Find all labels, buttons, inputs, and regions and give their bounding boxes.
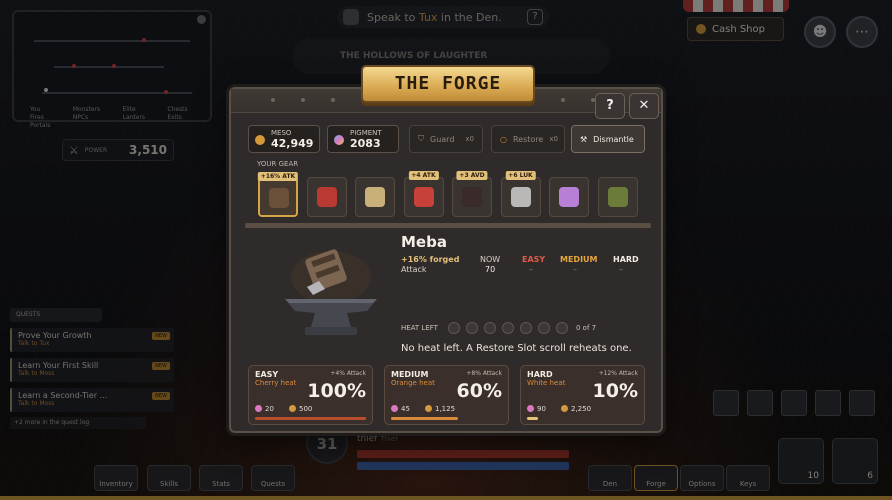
heat-pip — [520, 322, 532, 334]
gear-slot-cape[interactable]: +6 LUK — [500, 171, 541, 217]
tier-chance-bar — [255, 417, 366, 420]
shield-icon: ⛉ — [418, 134, 424, 143]
meso-icon — [425, 405, 432, 412]
pigment-icon — [391, 405, 398, 412]
dismantle-action[interactable]: ⚒ Dismantle — [571, 125, 645, 153]
no-heat-message: No heat left. A Restore Slot scroll rehe… — [401, 343, 632, 354]
medium-header: MEDIUM — [560, 255, 598, 264]
restore-action[interactable]: ○ Restore x0 — [491, 125, 565, 153]
tier-pigment-cost: 20 — [255, 405, 274, 413]
tier-bonus: +4% Attack — [330, 370, 366, 377]
hard-value: – — [619, 265, 623, 274]
item-name: Meba — [401, 233, 447, 251]
pigment-icon — [255, 405, 262, 412]
tier-hard-button[interactable]: HARD White heat +12% Attack 10% 90 2,250 — [520, 365, 645, 425]
pigment-icon — [527, 405, 534, 412]
forge-title: THE FORGE — [361, 65, 535, 103]
tier-chance-bar — [391, 417, 458, 420]
bow-icon — [365, 187, 385, 207]
tier-chance-bar — [527, 417, 539, 420]
hard-header: HARD — [613, 255, 639, 264]
forge-modal: THE FORGE ? ✕ MESO 42,949 PIGMENT 2083 ⛉… — [229, 65, 663, 433]
forge-close-button[interactable]: ✕ — [629, 93, 659, 119]
gear-shelf — [245, 223, 651, 228]
gem-icon — [559, 187, 579, 207]
heat-pip — [448, 322, 460, 334]
pants-icon — [607, 187, 628, 207]
tier-success-chance: 60% — [456, 380, 502, 402]
heat-pip — [538, 322, 550, 334]
cape-icon — [510, 187, 531, 207]
heat-pip — [466, 322, 478, 334]
tier-meso-cost: 500 — [289, 405, 312, 413]
tier-easy-button[interactable]: EASY Cherry heat +4% Attack 100% 20 500 — [248, 365, 373, 425]
hammer-icon: ⚒ — [580, 134, 588, 144]
dark-glove-icon — [462, 187, 482, 207]
heat-left-label: HEAT LEFT — [401, 324, 438, 332]
gear-bonus-tag: +16% ATK — [257, 172, 299, 181]
tier-medium-button[interactable]: MEDIUM Orange heat +8% Attack 60% 45 1,125 — [384, 365, 509, 425]
heat-pip — [502, 322, 514, 334]
gear-bonus-tag: +3 AVD — [456, 171, 488, 180]
pigment-icon — [334, 135, 344, 145]
tier-meso-cost: 2,250 — [561, 405, 591, 413]
gear-slot-red-glove[interactable]: +4 ATK — [403, 171, 444, 217]
forge-help-button[interactable]: ? — [595, 93, 625, 119]
guard-action[interactable]: ⛉ Guard x0 — [409, 125, 483, 153]
gear-slot-gem[interactable] — [549, 177, 589, 217]
tier-bonus: +8% Attack — [466, 370, 502, 377]
medium-value: – — [573, 265, 577, 274]
tier-bonus: +12% Attack — [598, 370, 638, 377]
easy-header: EASY — [522, 255, 546, 264]
red-hat-icon — [316, 187, 337, 207]
anvil-illustration — [285, 249, 377, 335]
forged-bonus: +16% forged — [401, 255, 460, 264]
meso-display: MESO 42,949 — [248, 125, 320, 153]
red-glove-icon — [413, 187, 434, 207]
heat-pip — [484, 322, 496, 334]
gear-slot-bow[interactable] — [355, 177, 395, 217]
tier-meso-cost: 1,125 — [425, 405, 455, 413]
claw-icon — [269, 188, 289, 208]
gear-slot-dark-glove[interactable]: +3 AVD — [452, 171, 492, 217]
tier-pigment-cost: 90 — [527, 405, 546, 413]
meso-icon — [255, 135, 265, 145]
meso-icon — [289, 405, 296, 412]
now-header: NOW — [480, 255, 501, 264]
gear-slot-pants[interactable] — [597, 177, 638, 217]
now-value: 70 — [485, 265, 496, 274]
restore-icon: ○ — [500, 134, 507, 144]
tier-success-chance: 10% — [592, 380, 638, 402]
gear-slot-red-hat[interactable] — [306, 177, 347, 217]
tier-pigment-cost: 45 — [391, 405, 410, 413]
stat-label: Attack — [401, 265, 427, 274]
gear-bonus-tag: +4 ATK — [408, 171, 439, 180]
easy-value: – — [529, 265, 533, 274]
tier-success-chance: 100% — [307, 380, 366, 402]
heat-count: 0 of 7 — [576, 324, 597, 332]
meso-icon — [561, 405, 568, 412]
gear-slot-claw[interactable]: +16% ATK — [257, 172, 299, 217]
gear-bonus-tag: +6 LUK — [505, 171, 536, 180]
gear-label: YOUR GEAR — [257, 160, 299, 168]
heat-pip — [556, 322, 568, 334]
pigment-display: PIGMENT 2083 — [327, 125, 399, 153]
